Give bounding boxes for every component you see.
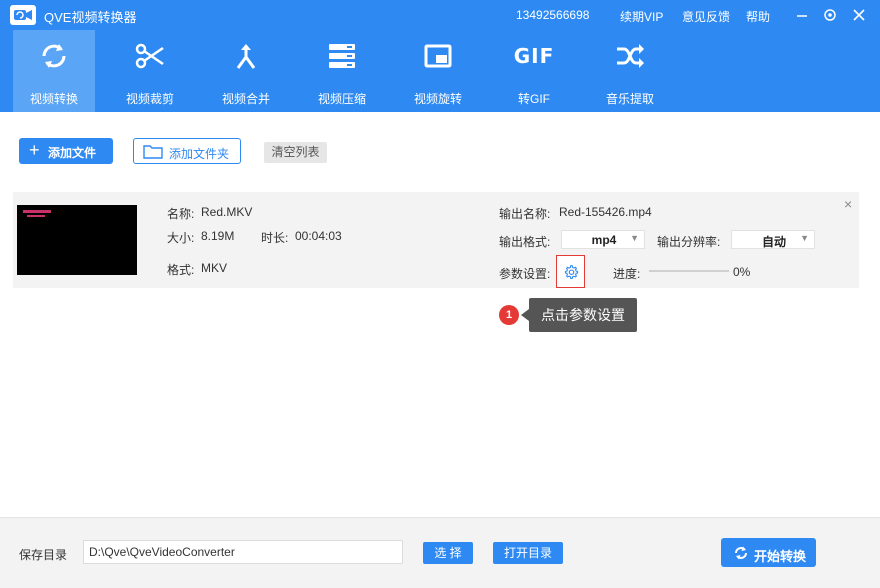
output-format-select[interactable]: mp4 ▼ bbox=[561, 230, 645, 249]
progress-label: 进度: bbox=[613, 267, 641, 281]
output-resolution-label: 输出分辨率: bbox=[657, 235, 721, 249]
tab-label: 视频合并 bbox=[221, 92, 270, 106]
file-list-item: 名称: Red.MKV 大小: 8.19M 时长: 00:04:03 格式: M… bbox=[13, 192, 859, 288]
title-bar: QVE视频转换器 13492566698 续期VIP 意见反馈 帮助 bbox=[0, 0, 880, 30]
tab-video-merge[interactable]: 视频合并 bbox=[205, 30, 287, 112]
tab-label: 转GIF bbox=[518, 92, 550, 106]
chevron-down-icon: ▼ bbox=[630, 233, 639, 243]
open-dir-button[interactable]: 打开目录 bbox=[493, 542, 563, 564]
start-convert-button[interactable]: 开始转换 bbox=[721, 538, 816, 567]
output-format-label: 输出格式: bbox=[499, 235, 551, 249]
merge-icon bbox=[236, 44, 256, 69]
help-link[interactable]: 帮助 bbox=[746, 8, 770, 25]
progress-bar bbox=[649, 270, 729, 272]
output-resolution-select[interactable]: 自动 ▼ bbox=[731, 230, 815, 249]
tab-label: 视频裁剪 bbox=[125, 92, 174, 106]
output-name: Red-155426.mp4 bbox=[559, 205, 652, 219]
add-file-button[interactable]: + 添加文件 bbox=[19, 138, 113, 164]
tab-video-crop[interactable]: 视频裁剪 bbox=[109, 30, 191, 112]
add-folder-label: 添加文件夹 bbox=[169, 147, 230, 161]
convert-icon bbox=[735, 546, 747, 560]
start-convert-label: 开始转换 bbox=[754, 549, 807, 564]
bottom-bar: 保存目录 选 择 打开目录 开始转换 bbox=[0, 517, 880, 588]
duration-label: 时长: bbox=[261, 231, 289, 245]
select-dir-button[interactable]: 选 择 bbox=[423, 542, 473, 564]
chevron-down-icon: ▼ bbox=[800, 233, 809, 243]
tooltip-arrow bbox=[521, 309, 529, 321]
folder-icon bbox=[143, 145, 163, 159]
clear-list-button[interactable]: 清空列表 bbox=[264, 142, 327, 163]
format-label: 格式: bbox=[167, 263, 195, 277]
remove-file-icon[interactable]: × bbox=[844, 196, 852, 212]
save-path-input[interactable] bbox=[83, 540, 403, 564]
step-number-badge: 1 bbox=[499, 305, 519, 325]
thumbnail-mark bbox=[23, 210, 51, 213]
feedback-link[interactable]: 意见反馈 bbox=[682, 8, 730, 25]
function-toolbar: 视频转换 视频裁剪 视频合并 视频压缩 视频旋转 GIF 转GIF 音乐提取 bbox=[0, 30, 880, 112]
add-file-label: 添加文件 bbox=[48, 146, 97, 160]
compress-icon bbox=[329, 44, 355, 68]
app-title: QVE视频转换器 bbox=[44, 10, 137, 25]
add-folder-button[interactable]: 添加文件夹 bbox=[133, 138, 241, 164]
tab-to-gif[interactable]: GIF 转GIF bbox=[493, 30, 575, 112]
top-bar: QVE视频转换器 13492566698 续期VIP 意见反馈 帮助 视频转换 bbox=[0, 0, 880, 112]
params-settings-button[interactable] bbox=[556, 255, 585, 288]
name-label: 名称: bbox=[167, 207, 195, 221]
settings-gear-icon[interactable] bbox=[822, 7, 838, 23]
tab-video-compress[interactable]: 视频压缩 bbox=[301, 30, 383, 112]
file-size: 8.19M bbox=[201, 229, 235, 243]
params-label: 参数设置: bbox=[499, 267, 551, 281]
rotate-icon bbox=[424, 44, 452, 68]
tab-label: 视频转换 bbox=[29, 92, 78, 106]
gif-icon: GIF bbox=[513, 44, 555, 68]
tab-music-extract[interactable]: 音乐提取 bbox=[589, 30, 671, 112]
tab-video-rotate[interactable]: 视频旋转 bbox=[397, 30, 479, 112]
thumbnail-mark bbox=[27, 215, 45, 217]
output-name-label: 输出名称: bbox=[499, 207, 551, 221]
gear-icon bbox=[564, 264, 579, 279]
tab-label: 音乐提取 bbox=[605, 92, 654, 106]
scissors-icon bbox=[135, 43, 164, 69]
minimize-icon[interactable] bbox=[794, 7, 810, 23]
close-icon[interactable] bbox=[851, 7, 867, 23]
tooltip-hint: 点击参数设置 bbox=[529, 298, 637, 332]
save-dir-label: 保存目录 bbox=[19, 548, 68, 562]
tab-label: 视频旋转 bbox=[413, 92, 462, 106]
progress-value: 0% bbox=[733, 265, 751, 279]
file-format: MKV bbox=[201, 261, 228, 275]
file-duration: 00:04:03 bbox=[295, 229, 342, 243]
account-phone: 13492566698 bbox=[516, 8, 590, 22]
tab-label: 视频压缩 bbox=[317, 92, 366, 106]
app-logo-icon bbox=[10, 5, 36, 25]
tab-video-convert[interactable]: 视频转换 bbox=[13, 30, 95, 112]
plus-icon: + bbox=[29, 140, 40, 160]
video-thumbnail bbox=[17, 205, 137, 275]
shuffle-icon bbox=[617, 44, 644, 68]
convert-icon bbox=[42, 44, 66, 68]
size-label: 大小: bbox=[167, 231, 195, 245]
file-name: Red.MKV bbox=[201, 205, 253, 219]
renew-vip-link[interactable]: 续期VIP bbox=[620, 8, 663, 25]
